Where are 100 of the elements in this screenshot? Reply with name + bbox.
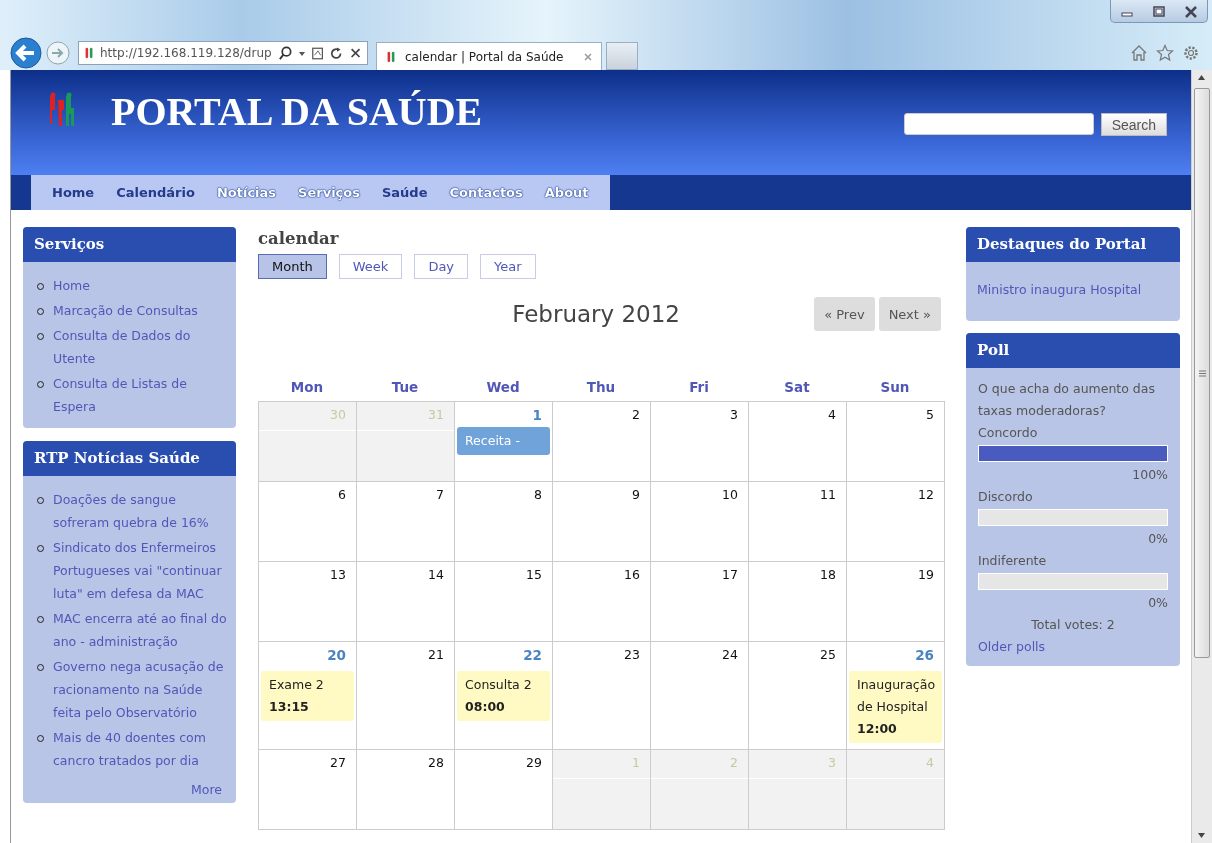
day-cell[interactable]: 14 bbox=[357, 562, 455, 642]
day-number: 15 bbox=[525, 566, 543, 582]
sidebar-link[interactable]: Mais de 40 doentes com cancro tratados por dia bbox=[53, 726, 228, 772]
poll-percent: 100% bbox=[1131, 466, 1168, 484]
day-cell[interactable]: 2 bbox=[553, 402, 651, 482]
day-cell[interactable]: 19 bbox=[847, 562, 945, 642]
day-number: 30 bbox=[259, 402, 356, 431]
block-title: Destaques do Portal bbox=[966, 227, 1180, 262]
poll-percent: 0% bbox=[1147, 530, 1168, 548]
scrollbar[interactable] bbox=[1191, 70, 1212, 843]
view-tab[interactable]: Day bbox=[414, 254, 469, 279]
day-cell[interactable]: 15 bbox=[455, 562, 553, 642]
calendar-event[interactable]: Exame 2 13:15 bbox=[261, 671, 354, 721]
maximize-icon[interactable] bbox=[1152, 5, 1166, 19]
sidebar-link[interactable]: MAC encerra até ao final do ano - administração bbox=[53, 607, 228, 653]
older-polls-link[interactable]: Older polls bbox=[978, 636, 1168, 658]
site-icon bbox=[83, 46, 95, 60]
close-icon[interactable] bbox=[1184, 5, 1198, 19]
calendar-event[interactable]: Inauguração de Hospital 12:00 bbox=[849, 671, 942, 743]
day-cell[interactable]: 8 bbox=[455, 482, 553, 562]
nav-link[interactable]: Home bbox=[41, 185, 106, 200]
close-tab-icon[interactable] bbox=[583, 51, 593, 62]
poll-choice: Discordo bbox=[978, 488, 1034, 506]
search-icon[interactable] bbox=[278, 45, 293, 61]
month-title: February 2012 bbox=[511, 301, 681, 327]
site-title: PORTAL DA SAÚDE bbox=[111, 88, 483, 135]
day-cell[interactable]: 12 bbox=[847, 482, 945, 562]
compatibility-icon[interactable] bbox=[311, 45, 325, 61]
day-number: 26 bbox=[914, 646, 935, 663]
back-icon[interactable] bbox=[10, 37, 42, 69]
day-cell[interactable]: 4 bbox=[749, 402, 847, 482]
day-number: 4 bbox=[847, 750, 944, 779]
next-button[interactable]: Next » bbox=[878, 297, 941, 331]
search-button[interactable]: Search bbox=[1100, 113, 1167, 136]
day-number: 1 bbox=[531, 406, 543, 423]
day-cell[interactable]: 7 bbox=[357, 482, 455, 562]
bullet-icon bbox=[37, 283, 44, 290]
calendar-event[interactable]: Consulta 2 08:00 bbox=[457, 671, 550, 721]
day-number: 19 bbox=[917, 566, 935, 582]
sidebar-link[interactable]: Consulta de Dados do Utente bbox=[53, 324, 228, 370]
day-cell[interactable]: 1 Receita - bbox=[455, 402, 553, 482]
day-cell[interactable]: 9 bbox=[553, 482, 651, 562]
sidebar-link[interactable]: Governo nega acusação de racionamento na Saúde feita pelo Observatório bbox=[53, 655, 228, 724]
browser-tab[interactable]: calendar | Portal da Saúde bbox=[376, 42, 602, 70]
sidebar-link[interactable]: Consulta de Listas de Espera bbox=[53, 372, 228, 418]
prev-button[interactable]: « Prev bbox=[814, 297, 875, 331]
day-cell[interactable]: 10 bbox=[651, 482, 749, 562]
bullet-icon bbox=[37, 381, 44, 388]
day-number: 2 bbox=[651, 750, 748, 779]
day-cell[interactable]: 21 bbox=[357, 642, 455, 750]
day-number: 17 bbox=[721, 566, 739, 582]
day-cell[interactable]: 16 bbox=[553, 562, 651, 642]
day-cell[interactable]: 13 bbox=[259, 562, 357, 642]
day-cell[interactable]: 26 Inauguração de Hospital 12:00 bbox=[847, 642, 945, 750]
day-number: 13 bbox=[329, 566, 347, 582]
day-cell[interactable]: 29 bbox=[455, 750, 553, 830]
star-icon[interactable] bbox=[1156, 44, 1174, 62]
sidebar-link[interactable]: Doações de sangue sofreram quebra de 16% bbox=[53, 488, 228, 534]
home-icon[interactable] bbox=[1130, 44, 1148, 62]
view-tab[interactable]: Week bbox=[338, 254, 403, 279]
block-title: Serviços bbox=[23, 227, 236, 262]
grip-icon bbox=[1198, 369, 1206, 377]
day-number: 11 bbox=[819, 486, 837, 502]
day-number: 4 bbox=[827, 406, 837, 422]
day-cell[interactable]: 23 bbox=[553, 642, 651, 750]
day-cell[interactable]: 28 bbox=[357, 750, 455, 830]
bullet-icon bbox=[37, 497, 44, 504]
view-tab[interactable]: Month bbox=[258, 254, 327, 279]
sidebar-link[interactable]: Sindicato dos Enfermeiros Portugueses vai "continuar luta" em defesa da MAC bbox=[53, 536, 228, 605]
day-cell[interactable]: 6 bbox=[259, 482, 357, 562]
bullet-icon bbox=[37, 308, 44, 315]
sidebar-link[interactable]: Home bbox=[53, 274, 90, 297]
day-cell[interactable]: 17 bbox=[651, 562, 749, 642]
poll-percent: 0% bbox=[1147, 594, 1168, 612]
scroll-up-icon[interactable] bbox=[1198, 75, 1205, 80]
day-cell[interactable]: 20 Exame 2 13:15 bbox=[259, 642, 357, 750]
day-cell[interactable]: 24 bbox=[651, 642, 749, 750]
caret-icon[interactable] bbox=[298, 49, 306, 57]
view-tab[interactable]: Year bbox=[480, 254, 536, 279]
day-cell[interactable]: 22 Consulta 2 08:00 bbox=[455, 642, 553, 750]
more-link[interactable]: More bbox=[23, 782, 236, 803]
scroll-down-icon[interactable] bbox=[1198, 833, 1205, 838]
nav-link[interactable]: Saúde bbox=[370, 185, 439, 200]
page-title: calendar bbox=[258, 229, 340, 248]
weekday-header: Wed bbox=[485, 379, 521, 397]
nav-link[interactable]: Calendário bbox=[105, 185, 206, 200]
settings-icon[interactable] bbox=[1182, 44, 1200, 62]
highlight-link[interactable]: Ministro inaugura Hospital bbox=[966, 262, 1180, 321]
day-cell[interactable]: 18 bbox=[749, 562, 847, 642]
day-cell[interactable]: 11 bbox=[749, 482, 847, 562]
address-bar[interactable]: http://192.168.119.128/drup bbox=[78, 41, 368, 65]
day-cell[interactable]: 25 bbox=[749, 642, 847, 750]
day-cell[interactable]: 5 bbox=[847, 402, 945, 482]
search-field[interactable] bbox=[903, 113, 1094, 135]
day-cell[interactable]: 27 bbox=[259, 750, 357, 830]
refresh-icon[interactable] bbox=[330, 45, 344, 61]
sidebar-link[interactable]: Marcação de Consultas bbox=[53, 299, 198, 322]
scroll-thumb[interactable] bbox=[1194, 88, 1210, 658]
day-cell[interactable]: 3 bbox=[651, 402, 749, 482]
weekday-header: Mon bbox=[289, 379, 325, 397]
